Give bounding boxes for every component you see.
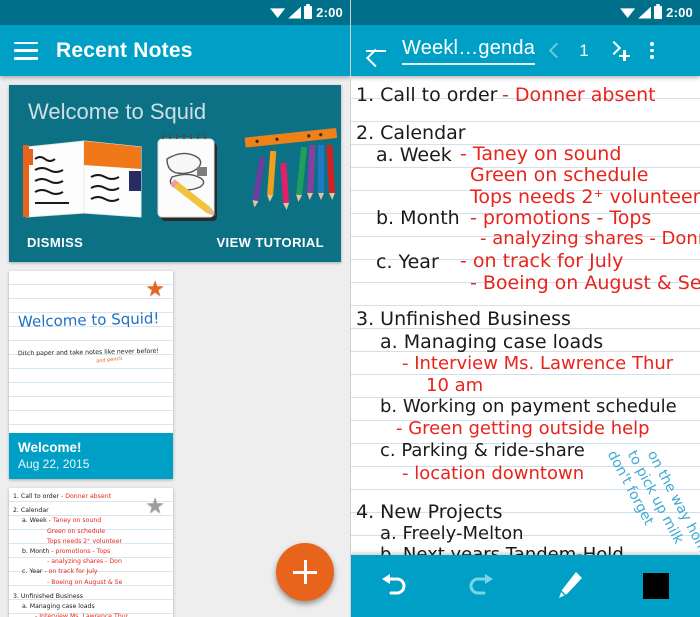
wifi-icon xyxy=(270,8,286,18)
wifi-icon xyxy=(620,8,636,18)
note-preview-ink: Welcome to Squid! Ditch paper and take n… xyxy=(17,309,164,364)
welcome-card: Welcome to Squid DISMISS VIEW TUTORIAL xyxy=(9,85,341,262)
signal-icon xyxy=(638,6,652,19)
pen-tool-button[interactable] xyxy=(542,565,596,607)
new-note-fab[interactable] xyxy=(276,543,334,601)
ink-line: b. Month xyxy=(376,207,460,229)
note-thumbnail: ★ Welcome to Squid! Ditch paper and take… xyxy=(9,271,173,433)
ink-line: - promotions - Tops xyxy=(470,207,652,229)
status-time: 2:00 xyxy=(316,5,343,20)
welcome-card-title: Welcome to Squid xyxy=(28,99,207,124)
welcome-ink-line-1: Welcome to Squid! xyxy=(17,309,160,331)
note-canvas[interactable]: 1. Call to order - Donner absent 2. Calend… xyxy=(350,76,700,555)
ink-line: - Donner absent xyxy=(502,84,656,106)
ink-line: - Boeing on August & Sept. xyxy=(470,272,700,294)
page-controls: 1 xyxy=(541,36,635,66)
ink-line: - analyzing shares - Donner xyxy=(480,228,700,249)
ink-line: 1. Call to order xyxy=(356,84,498,106)
note-name: Welcome! xyxy=(18,440,82,455)
left-app-bar: Recent Notes xyxy=(0,25,350,76)
note-editor-pane: 2:00 Weekl…genda 1 1. Call to order - Don… xyxy=(350,0,700,617)
book-illustration xyxy=(23,140,142,218)
undo-button[interactable] xyxy=(367,565,421,607)
star-icon[interactable]: ★ xyxy=(145,278,165,300)
ink-line: Green on schedule xyxy=(470,164,649,186)
editor-toolbar xyxy=(350,555,700,617)
ink-line: 3. Unfinished Business xyxy=(356,308,571,330)
status-bar-right: 2:00 xyxy=(350,0,700,25)
document-title-input[interactable]: Weekl…genda xyxy=(402,37,536,65)
view-tutorial-button[interactable]: VIEW TUTORIAL xyxy=(216,235,324,250)
note-card-weekly-agenda[interactable]: ★ 1. Call to order - Donner absent 2. Ca… xyxy=(9,488,173,617)
ink-line: - location downtown xyxy=(402,463,585,484)
note-preview-ink: 1. Call to order - Donner absent 2. Cale… xyxy=(13,493,129,617)
redo-icon xyxy=(469,574,494,595)
ink-line: a. Freely-Melton xyxy=(380,523,524,544)
hamburger-icon[interactable] xyxy=(14,41,38,60)
ink-line: 10 am xyxy=(426,375,484,396)
ink-line: c. Year xyxy=(376,251,439,273)
page-number: 1 xyxy=(579,40,589,60)
page-title: Recent Notes xyxy=(56,38,193,62)
back-arrow-icon[interactable] xyxy=(362,37,390,65)
note-card-footer: Welcome! Aug 22, 2015 xyxy=(9,433,173,479)
next-page-add-icon[interactable] xyxy=(603,36,635,66)
ink-line: c. Parking & ride-share xyxy=(380,440,585,461)
pencils-illustration xyxy=(244,128,338,210)
signal-icon xyxy=(288,6,302,19)
ink-line: b. Next years Tandem-Hold xyxy=(380,544,624,555)
battery-icon xyxy=(654,4,663,19)
undo-icon xyxy=(381,574,406,595)
battery-icon xyxy=(304,4,313,19)
ink-line: b. Working on payment schedule xyxy=(380,396,677,417)
redo-button[interactable] xyxy=(454,565,508,607)
ink-line: - Taney on sound xyxy=(460,143,622,165)
app-screen: 2:00 Recent Notes Welcome to Squid DISMI… xyxy=(0,0,700,617)
ink-line: a. Managing case loads xyxy=(380,331,604,353)
ink-line: Tops needs 2⁺ volunteers xyxy=(470,186,700,208)
note-thumbnail: ★ 1. Call to order - Donner absent 2. Ca… xyxy=(9,488,173,617)
note-date: Aug 22, 2015 xyxy=(18,457,90,471)
status-time: 2:00 xyxy=(666,5,693,20)
status-bar-left: 2:00 xyxy=(0,0,350,25)
pane-divider xyxy=(350,0,351,617)
color-swatch[interactable] xyxy=(643,573,670,599)
ink-line: a. Week xyxy=(376,144,452,166)
ink-line: - on track for July xyxy=(460,250,624,272)
pencil-icon xyxy=(558,572,582,598)
note-card-welcome[interactable]: ★ Welcome to Squid! Ditch paper and take… xyxy=(9,271,173,479)
ink-line: - Interview Ms. Lawrence Thur xyxy=(402,353,674,374)
notes-list-pane: 2:00 Recent Notes Welcome to Squid DISMI… xyxy=(0,0,350,617)
status-icons xyxy=(270,4,313,19)
kebab-menu-icon[interactable] xyxy=(639,38,665,64)
notes-scroll-area[interactable]: Welcome to Squid DISMISS VIEW TUTORIAL ★… xyxy=(0,76,350,617)
chevron-left-icon[interactable] xyxy=(541,36,567,66)
status-icons xyxy=(620,4,663,19)
dismiss-button[interactable]: DISMISS xyxy=(27,235,83,250)
ink-line: - Green getting outside help xyxy=(396,418,650,439)
ink-line: 2. Calendar xyxy=(356,122,466,144)
notepad-illustration xyxy=(157,134,217,221)
welcome-illustration xyxy=(23,128,338,221)
ink-line: 4. New Projects xyxy=(356,501,503,523)
color-swatch-button[interactable] xyxy=(629,565,683,607)
editor-app-bar: Weekl…genda 1 xyxy=(350,25,700,76)
sticky-note-ink: don't forget to pick up milk on the way ho… xyxy=(602,446,700,555)
